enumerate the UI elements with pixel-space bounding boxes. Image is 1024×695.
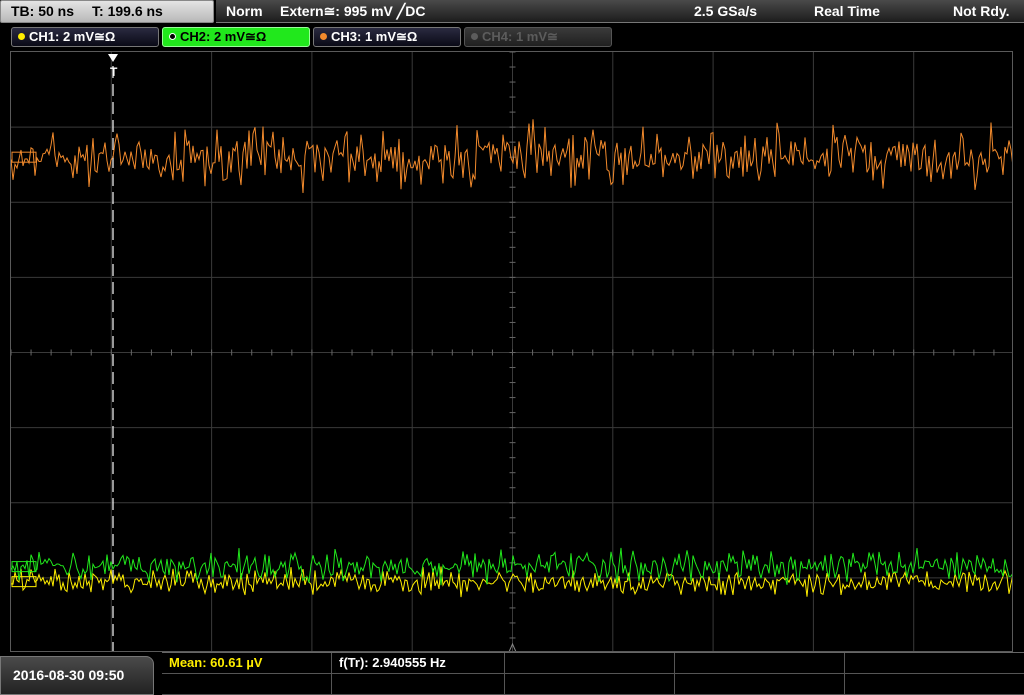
channel-2-tab[interactable]: CH2: 2 mV≅Ω [162, 27, 310, 47]
channel-3-label: CH3: 1 mV≅Ω [331, 29, 418, 44]
frequency-measurement[interactable]: f(Tr): 2.940555 Hz [332, 653, 505, 674]
status-indicator: Not Rdy. [953, 3, 1010, 19]
measurement-slot-5[interactable] [845, 653, 1024, 674]
channel-1-dot-icon [18, 33, 25, 40]
measurement-slot-7[interactable] [332, 674, 505, 695]
channel-4-tab[interactable]: CH4: 1 mV≅ [464, 27, 612, 47]
channel-1-label: CH1: 2 mV≅Ω [29, 29, 116, 44]
channel-tabs: CH1: 2 mV≅Ω CH2: 2 mV≅Ω CH3: 1 mV≅Ω CH4:… [0, 27, 1024, 47]
sample-rate[interactable]: 2.5 GSa/s [694, 0, 757, 22]
trigger-t-icon: T [110, 65, 118, 79]
measurement-slot-4[interactable] [675, 653, 845, 674]
waveform-display[interactable]: T [10, 51, 1013, 652]
measurement-slot-10[interactable] [845, 674, 1024, 695]
acquisition-mode[interactable]: Real Time [814, 0, 880, 22]
channel-2-label: CH2: 2 mV≅Ω [180, 29, 267, 44]
top-status-bar: TB: 50 ns T: 199.6 ns Norm Extern≅: 995 m… [0, 0, 1024, 25]
channel-3-dot-icon [320, 33, 327, 40]
measurement-table: Mean: 60.61 µV f(Tr): 2.940555 Hz [162, 652, 1024, 695]
datetime-display: 2016-08-30 09:50 [0, 656, 154, 695]
trigger-marker-icon [108, 54, 118, 62]
trigger-mode[interactable]: Norm [226, 0, 263, 22]
channel-3-tab[interactable]: CH3: 1 mV≅Ω [313, 27, 461, 47]
measurement-slot-9[interactable] [675, 674, 845, 695]
measurement-slot-8[interactable] [505, 674, 675, 695]
channel-4-dot-icon [471, 33, 478, 40]
bottom-bar: 2016-08-30 09:50 Mean: 60.61 µV f(Tr): 2… [0, 652, 1024, 695]
measurement-slot-3[interactable] [505, 653, 675, 674]
channel-4-label: CH4: 1 mV≅ [482, 29, 558, 44]
timebase-readout[interactable]: TB: 50 ns [11, 3, 74, 19]
measurement-slot-6[interactable] [162, 674, 332, 695]
acquisition-panel: Norm Extern≅: 995 mV ╱DC 2.5 GSa/s Real … [216, 0, 1024, 23]
channel-1-tab[interactable]: CH1: 2 mV≅Ω [11, 27, 159, 47]
trigger-time-readout[interactable]: T: 199.6 ns [92, 3, 163, 19]
waveform-grid: T [11, 52, 1012, 651]
channel-2-dot-icon [169, 33, 176, 40]
mean-measurement[interactable]: Mean: 60.61 µV [162, 653, 332, 674]
trigger-source[interactable]: Extern≅: 995 mV ╱DC [280, 0, 425, 22]
timebase-panel[interactable]: TB: 50 ns T: 199.6 ns [0, 0, 214, 23]
